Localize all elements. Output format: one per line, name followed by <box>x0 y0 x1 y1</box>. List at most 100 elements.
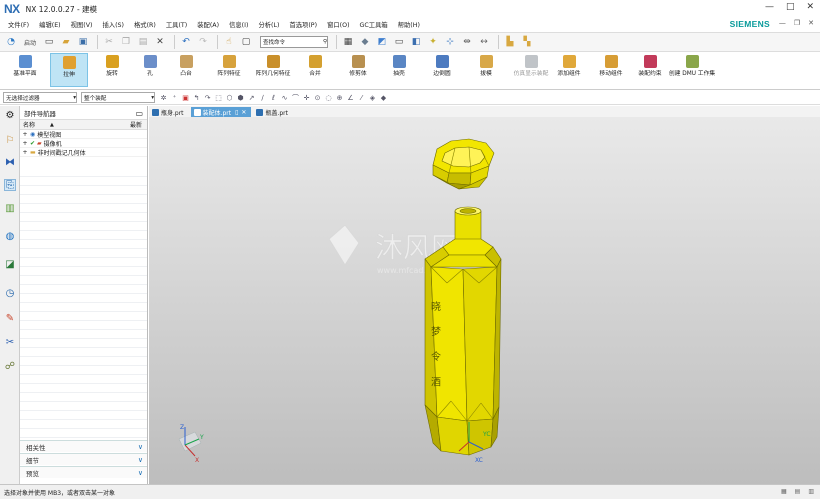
add-component-button[interactable]: 添加组件 <box>552 53 586 87</box>
section-icon[interactable]: ✦ <box>426 35 440 49</box>
menu-view[interactable]: 视图(V) <box>71 20 93 29</box>
section-dependencies[interactable]: 相关性 ∨ <box>20 440 147 452</box>
snap-spline-icon[interactable]: ∿ <box>280 93 289 102</box>
component-icon[interactable]: ▚ <box>520 35 534 49</box>
revolve-button[interactable]: 旋转 <box>94 53 130 87</box>
column-name[interactable]: 名称 <box>20 120 50 129</box>
menu-info[interactable]: 信息(I) <box>229 20 248 29</box>
snap-line-icon[interactable]: ∕ <box>258 93 267 102</box>
snap-grid-icon[interactable]: ⊕ <box>335 93 344 102</box>
snap-tangent-icon[interactable]: ⌒ <box>291 93 300 102</box>
shell-button[interactable]: 抽壳 <box>383 53 415 87</box>
assembly-constraints-button[interactable]: 装配约束 <box>632 53 668 87</box>
snap-quadrant-icon[interactable]: ◌ <box>324 93 333 102</box>
snap-center-icon[interactable]: ⊙ <box>313 93 322 102</box>
grid-icon[interactable]: ▦ <box>341 35 355 49</box>
roles-icon[interactable]: ☍ <box>4 360 16 372</box>
settings-icon[interactable]: ⚙ <box>4 109 16 121</box>
maximize-button[interactable]: □ <box>786 2 795 12</box>
move-component-button[interactable]: 移动组件 <box>592 53 630 87</box>
start-icon[interactable]: ◔ <box>4 35 18 49</box>
select-box-icon[interactable]: ⬚ <box>214 93 223 102</box>
select-tangent-icon[interactable]: ↷ <box>203 93 212 102</box>
system-materials-icon[interactable]: ✎ <box>4 312 16 324</box>
expand-icon[interactable]: + <box>20 131 30 138</box>
status-expand-icon[interactable]: ▥ <box>808 488 814 495</box>
undo-icon[interactable]: ↶ <box>179 35 193 49</box>
model-canvas[interactable]: 沐风网 www.mfcad.com 晓 梦 令 酒 YC XC Z X Y <box>149 117 820 484</box>
assembly-navigator-icon[interactable]: ⚐ <box>4 134 16 146</box>
snap-endpoint-icon[interactable]: ↗ <box>247 93 256 102</box>
close-button[interactable]: ✕ <box>806 2 814 12</box>
copy-icon[interactable]: ❐ <box>119 35 133 49</box>
create-dmu-workset-button[interactable]: 创建 DMU 工作集 <box>669 53 715 87</box>
clock-icon[interactable]: ◷ <box>4 287 16 299</box>
save-icon[interactable]: ▣ <box>76 35 90 49</box>
tree-row-unstamped-geometry[interactable]: + ▬ 非时间戳记几何体 <box>20 148 147 157</box>
type-filter-select[interactable]: 无选择过滤器 ▾ <box>3 92 77 103</box>
command-finder-input[interactable]: 查找命令 ⚲ <box>260 36 329 48</box>
doc-restore-button[interactable]: ❐ <box>794 19 800 27</box>
process-studio-icon[interactable]: ✂ <box>4 336 16 348</box>
constraint-navigator-icon[interactable]: ⧓ <box>4 156 16 168</box>
history-icon[interactable]: ◪ <box>4 258 16 270</box>
snap-icon[interactable]: ⊹ <box>443 35 457 49</box>
menu-file[interactable]: 文件(F) <box>8 20 29 29</box>
tab-assembly[interactable]: 装配体.prt ▯ ✕ <box>190 107 252 117</box>
status-layer-icon[interactable]: ▤ <box>795 488 801 495</box>
panel-toggle-icon[interactable]: ▭ <box>135 109 143 118</box>
expand-icon[interactable]: + <box>20 149 30 156</box>
select-chain-icon[interactable]: ↰ <box>192 93 201 102</box>
menu-help[interactable]: 帮助(H) <box>398 20 420 29</box>
edge-blend-button[interactable]: 边倒圆 <box>422 53 462 87</box>
render-style-icon[interactable]: ◆ <box>358 35 372 49</box>
tab-bottle-body[interactable]: 瓶身.prt <box>149 107 189 117</box>
snap-on-face-icon[interactable]: ◈ <box>368 93 377 102</box>
graphics-viewport[interactable]: 沐风网 www.mfcad.com 晓 梦 令 酒 YC XC Z X Y <box>149 117 820 484</box>
menu-window[interactable]: 窗口(O) <box>327 20 349 29</box>
menu-preferences[interactable]: 首选项(P) <box>289 20 317 29</box>
status-grid-icon[interactable]: ▦ <box>781 488 787 495</box>
select-region-icon[interactable]: ▣ <box>181 93 190 102</box>
menu-analysis[interactable]: 分析(L) <box>258 20 279 29</box>
column-latest[interactable]: 最新 <box>130 120 142 129</box>
tab-close-icon[interactable]: ✕ <box>241 109 246 116</box>
snap-intersect-icon[interactable]: ✛ <box>302 93 311 102</box>
select-face-icon[interactable]: ⬡ <box>225 93 234 102</box>
simulate-assembly-button[interactable]: 仿真显示装配 <box>512 53 550 87</box>
selection-scope-select[interactable]: 整个装配 ▾ <box>81 92 155 103</box>
view-cube-icon[interactable]: ◩ <box>375 35 389 49</box>
snap-angle-icon[interactable]: ⁄ <box>357 93 366 102</box>
menu-edit[interactable]: 编辑(E) <box>39 20 61 29</box>
window-icon[interactable]: ▢ <box>239 35 253 49</box>
delete-icon[interactable]: ✕ <box>153 35 167 49</box>
datum-plane-button[interactable]: 基准平面 <box>6 53 44 87</box>
pattern-feature-button[interactable]: 阵列特征 <box>210 53 248 87</box>
assembly-icon[interactable]: ▙ <box>503 35 517 49</box>
snap-midpoint-icon[interactable]: ∠ <box>346 93 355 102</box>
menu-assembly[interactable]: 装配(A) <box>197 20 219 29</box>
menu-insert[interactable]: 插入(S) <box>102 20 124 29</box>
paste-icon[interactable]: ▤ <box>136 35 150 49</box>
reuse-library-icon[interactable]: ▥ <box>4 202 16 214</box>
snap-curve-icon[interactable]: ℓ <box>269 93 278 102</box>
touch-mode-icon[interactable]: ☝ <box>222 35 236 49</box>
pattern-geometry-button[interactable]: 阵列几何特征 <box>252 53 294 87</box>
menu-format[interactable]: 格式(R) <box>134 20 156 29</box>
bottle-cap-model[interactable] <box>432 138 495 190</box>
redo-icon[interactable]: ↷ <box>196 35 210 49</box>
expand-icon[interactable]: + <box>20 140 30 147</box>
doc-close-button[interactable]: ✕ <box>808 19 814 27</box>
layer-icon[interactable]: ◧ <box>409 35 423 49</box>
select-body-icon[interactable]: ⬢ <box>236 93 245 102</box>
tab-pin-icon[interactable]: ▯ <box>235 109 238 116</box>
minimize-button[interactable]: — <box>765 2 774 12</box>
tab-bottle-cap[interactable]: 瓶盖.prt <box>253 107 293 117</box>
web-browser-icon[interactable]: ◍ <box>4 230 16 242</box>
section-details[interactable]: 细节 ∨ <box>20 453 147 465</box>
snap-nearest-icon[interactable]: ◆ <box>379 93 388 102</box>
start-button[interactable]: 启动 <box>21 35 39 49</box>
trim-body-button[interactable]: 修剪体 <box>338 53 378 87</box>
background-icon[interactable]: ▭ <box>392 35 406 49</box>
part-navigator-icon[interactable]: ⎘ <box>4 179 16 191</box>
